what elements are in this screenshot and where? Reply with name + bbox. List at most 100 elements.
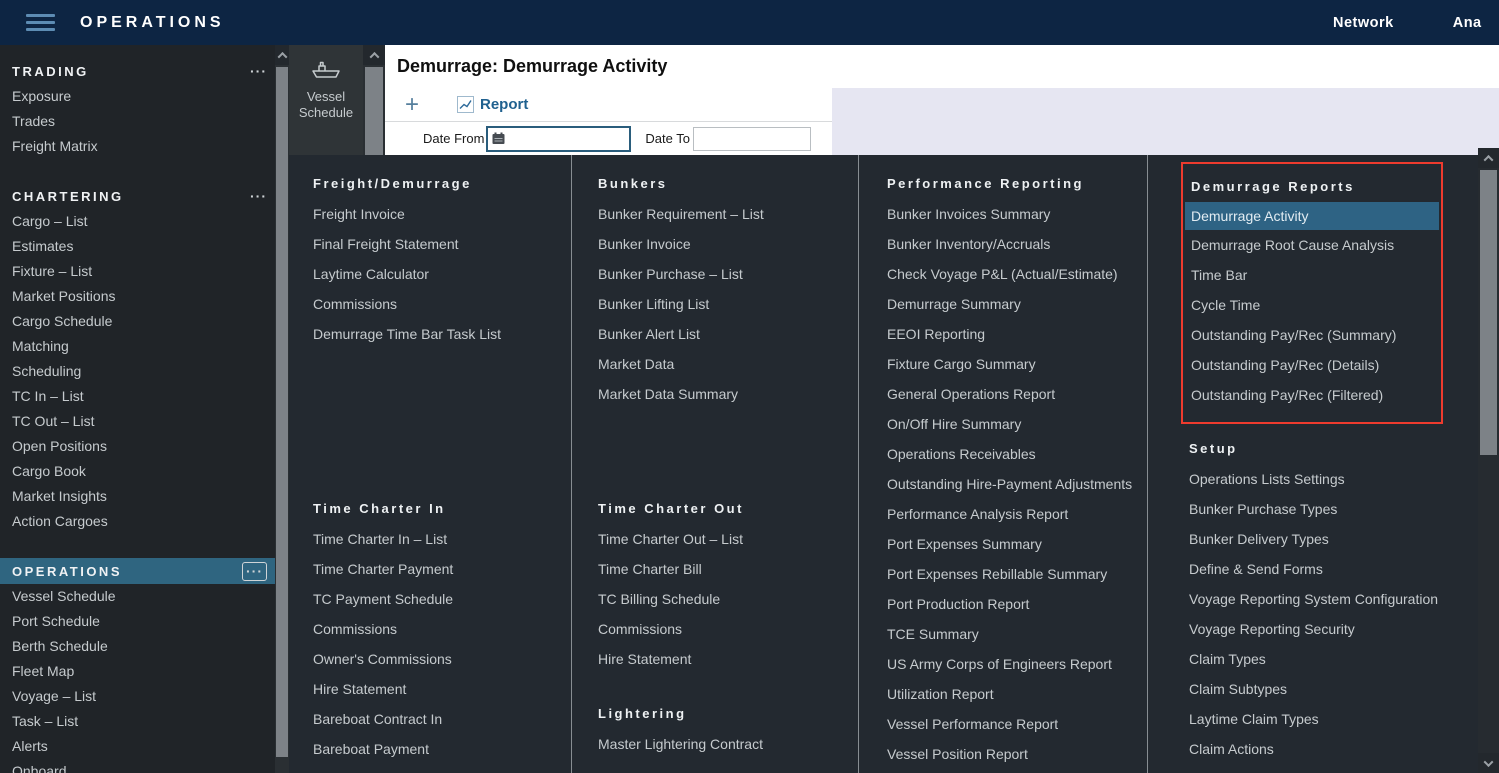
- add-button[interactable]: +: [405, 94, 427, 116]
- sidebar-item-fleet-map[interactable]: Fleet Map: [0, 659, 275, 684]
- menu-item-bunker-purchase-types[interactable]: Bunker Purchase Types: [1189, 494, 1478, 524]
- menu-item-final-freight-statement[interactable]: Final Freight Statement: [313, 229, 571, 259]
- scroll-down-button[interactable]: [1478, 753, 1499, 773]
- sidebar-header-operations[interactable]: OPERATIONS···: [0, 558, 275, 584]
- menu-item-laytime-claim-types[interactable]: Laytime Claim Types: [1189, 704, 1478, 734]
- menu-item-operations-receivables[interactable]: Operations Receivables: [887, 439, 1147, 469]
- menu-item-bunker-requirement-list[interactable]: Bunker Requirement – List: [598, 199, 858, 229]
- vessel-schedule-tab[interactable]: Vessel Schedule: [289, 45, 363, 155]
- scroll-up-button[interactable]: [1478, 148, 1499, 168]
- date-from-field[interactable]: [486, 126, 631, 152]
- menu-item-claim-types[interactable]: Claim Types: [1189, 644, 1478, 674]
- sidebar-item-freight-matrix[interactable]: Freight Matrix: [0, 134, 275, 159]
- menu-item-outstanding-pay-rec-summary[interactable]: Outstanding Pay/Rec (Summary): [1185, 320, 1439, 350]
- menu-item-demurrage-root-cause-analysis[interactable]: Demurrage Root Cause Analysis: [1185, 230, 1439, 260]
- menu-item-port-expenses-rebillable-summary[interactable]: Port Expenses Rebillable Summary: [887, 559, 1147, 589]
- menu-item-bunker-delivery-types[interactable]: Bunker Delivery Types: [1189, 524, 1478, 554]
- menu-item-cycle-time[interactable]: Cycle Time: [1185, 290, 1439, 320]
- menu-item-master-lightering-contract[interactable]: Master Lightering Contract: [598, 729, 858, 759]
- menu-item-outstanding-pay-rec-details[interactable]: Outstanding Pay/Rec (Details): [1185, 350, 1439, 380]
- menu-scrollbar-thumb[interactable]: [1480, 170, 1497, 455]
- menu-item-voyage-reporting-system-configuration[interactable]: Voyage Reporting System Configuration: [1189, 584, 1478, 614]
- menu-item-utilization-report[interactable]: Utilization Report: [887, 679, 1147, 709]
- sidebar-item-vessel-schedule[interactable]: Vessel Schedule: [0, 584, 275, 609]
- menu-item-commissions[interactable]: Commissions: [598, 614, 858, 644]
- sidebar-item-exposure[interactable]: Exposure: [0, 84, 275, 109]
- menu-item-bunker-purchase-list[interactable]: Bunker Purchase – List: [598, 259, 858, 289]
- sidebar-item-cargo-list[interactable]: Cargo – List: [0, 209, 275, 234]
- menu-item-bunker-invoice[interactable]: Bunker Invoice: [598, 229, 858, 259]
- menu-item-laytime-calculator[interactable]: Laytime Calculator: [313, 259, 571, 289]
- sidebar-item-voyage-list[interactable]: Voyage – List: [0, 684, 275, 709]
- sidebar-item-cargo-book[interactable]: Cargo Book: [0, 459, 275, 484]
- menu-item-on-off-hire-summary[interactable]: On/Off Hire Summary: [887, 409, 1147, 439]
- menu-item-vessel-position-report[interactable]: Vessel Position Report: [887, 739, 1147, 769]
- vessel-scrollbar-thumb[interactable]: [365, 67, 383, 155]
- menu-item-owner-s-commissions[interactable]: Owner's Commissions: [313, 644, 571, 674]
- sidebar-item-port-schedule[interactable]: Port Schedule: [0, 609, 275, 634]
- menu-item-port-expenses-summary[interactable]: Port Expenses Summary: [887, 529, 1147, 559]
- sidebar-item-alerts[interactable]: Alerts: [0, 734, 275, 759]
- menu-item-bunker-inventory-accruals[interactable]: Bunker Inventory/Accruals: [887, 229, 1147, 259]
- menu-item-market-data-summary[interactable]: Market Data Summary: [598, 379, 858, 409]
- sidebar-item-open-positions[interactable]: Open Positions: [0, 434, 275, 459]
- menu-item-claim-subtypes[interactable]: Claim Subtypes: [1189, 674, 1478, 704]
- menu-item-outstanding-pay-rec-filtered[interactable]: Outstanding Pay/Rec (Filtered): [1185, 380, 1439, 410]
- sidebar-item-matching[interactable]: Matching: [0, 334, 275, 359]
- sidebar-item-trades[interactable]: Trades: [0, 109, 275, 134]
- sidebar-item-tc-in-list[interactable]: TC In – List: [0, 384, 275, 409]
- sidebar-item-market-insights[interactable]: Market Insights: [0, 484, 275, 509]
- menu-item-time-charter-payment[interactable]: Time Charter Payment: [313, 554, 571, 584]
- menu-item-us-army-corps-of-engineers-report[interactable]: US Army Corps of Engineers Report: [887, 649, 1147, 679]
- sidebar-scrollbar-thumb[interactable]: [276, 67, 288, 757]
- menu-item-check-voyage-p-l-actual-estimate[interactable]: Check Voyage P&L (Actual/Estimate): [887, 259, 1147, 289]
- menu-item-hire-statement[interactable]: Hire Statement: [598, 644, 858, 674]
- menu-item-general-operations-report[interactable]: General Operations Report: [887, 379, 1147, 409]
- sidebar-item-action-cargoes[interactable]: Action Cargoes: [0, 509, 275, 534]
- nav-item-network[interactable]: Network: [1333, 15, 1394, 31]
- menu-item-demurrage-time-bar-task-list[interactable]: Demurrage Time Bar Task List: [313, 319, 571, 349]
- section-menu-dots-icon[interactable]: ···: [242, 562, 267, 581]
- menu-item-bunker-alert-list[interactable]: Bunker Alert List: [598, 319, 858, 349]
- menu-item-fixture-cargo-summary[interactable]: Fixture Cargo Summary: [887, 349, 1147, 379]
- menu-item-market-data[interactable]: Market Data: [598, 349, 858, 379]
- menu-item-eeoi-reporting[interactable]: EEOI Reporting: [887, 319, 1147, 349]
- menu-item-bareboat-payment[interactable]: Bareboat Payment: [313, 734, 571, 764]
- sidebar-item-berth-schedule[interactable]: Berth Schedule: [0, 634, 275, 659]
- hamburger-icon[interactable]: [26, 14, 55, 31]
- sidebar-item-estimates[interactable]: Estimates: [0, 234, 275, 259]
- menu-item-freight-invoice[interactable]: Freight Invoice: [313, 199, 571, 229]
- sidebar-item-onboard[interactable]: Onboard: [0, 759, 275, 773]
- date-to-input[interactable]: [693, 127, 811, 151]
- report-button[interactable]: Report: [457, 96, 528, 113]
- menu-item-claim-actions[interactable]: Claim Actions: [1189, 734, 1478, 764]
- sidebar-item-cargo-schedule[interactable]: Cargo Schedule: [0, 309, 275, 334]
- menu-item-time-charter-bill[interactable]: Time Charter Bill: [598, 554, 858, 584]
- menu-item-time-charter-in-list[interactable]: Time Charter In – List: [313, 524, 571, 554]
- menu-item-performance-analysis-report[interactable]: Performance Analysis Report: [887, 499, 1147, 529]
- menu-item-voyage-reporting-security[interactable]: Voyage Reporting Security: [1189, 614, 1478, 644]
- sidebar-item-market-positions[interactable]: Market Positions: [0, 284, 275, 309]
- menu-item-vessel-performance-report[interactable]: Vessel Performance Report: [887, 709, 1147, 739]
- menu-item-demurrage-activity[interactable]: Demurrage Activity: [1185, 202, 1439, 230]
- menu-item-tc-billing-schedule[interactable]: TC Billing Schedule: [598, 584, 858, 614]
- sidebar-header-chartering[interactable]: CHARTERING···: [0, 183, 275, 209]
- menu-item-outstanding-hire-payment-adjustments[interactable]: Outstanding Hire-Payment Adjustments: [887, 469, 1147, 499]
- menu-item-commissions[interactable]: Commissions: [313, 614, 571, 644]
- scroll-up-button[interactable]: [363, 45, 385, 65]
- menu-item-bunker-lifting-list[interactable]: Bunker Lifting List: [598, 289, 858, 319]
- sidebar-item-scheduling[interactable]: Scheduling: [0, 359, 275, 384]
- section-menu-dots-icon[interactable]: ···: [250, 189, 267, 203]
- menu-item-tc-payment-schedule[interactable]: TC Payment Schedule: [313, 584, 571, 614]
- menu-item-tce-summary[interactable]: TCE Summary: [887, 619, 1147, 649]
- menu-item-time-bar[interactable]: Time Bar: [1185, 260, 1439, 290]
- sidebar-item-task-list[interactable]: Task – List: [0, 709, 275, 734]
- menu-item-define-send-forms[interactable]: Define & Send Forms: [1189, 554, 1478, 584]
- menu-item-bunker-invoices-summary[interactable]: Bunker Invoices Summary: [887, 199, 1147, 229]
- menu-item-hire-statement[interactable]: Hire Statement: [313, 674, 571, 704]
- menu-item-time-charter-out-list[interactable]: Time Charter Out – List: [598, 524, 858, 554]
- date-from-input[interactable]: [508, 130, 629, 147]
- section-menu-dots-icon[interactable]: ···: [250, 64, 267, 78]
- menu-item-port-production-report[interactable]: Port Production Report: [887, 589, 1147, 619]
- menu-item-commissions[interactable]: Commissions: [313, 289, 571, 319]
